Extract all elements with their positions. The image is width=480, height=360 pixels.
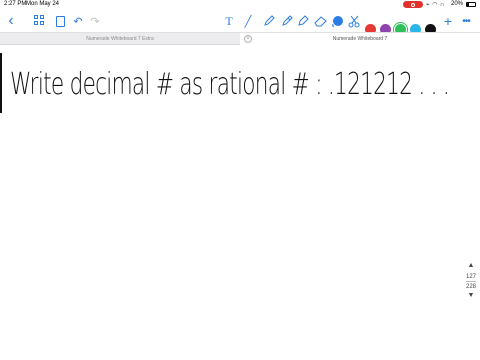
- tab-whiteboard-extra[interactable]: Numerade Whiteboard 7 Extra: [0, 33, 240, 45]
- export-icon[interactable]: [54, 13, 66, 29]
- status-bar: 2:27 PM Mon May 24 ⌁ ◠ ∩ 20%: [0, 0, 480, 10]
- page-divider: [466, 281, 476, 282]
- redo-icon[interactable]: ↷: [89, 13, 101, 29]
- close-tab-icon[interactable]: ×: [244, 35, 252, 43]
- tab-title: Numerade Whiteboard 7: [332, 36, 388, 42]
- status-time: 2:27 PM: [4, 1, 27, 7]
- highlighter-tool-icon[interactable]: [296, 13, 310, 29]
- current-page-number: 127: [465, 274, 476, 280]
- tab-whiteboard-active[interactable]: × Numerade Whiteboard 7: [240, 33, 480, 45]
- battery-percent: 20%: [451, 1, 464, 7]
- wifi-headphones-icons: ⌁ ◠ ∩: [426, 2, 445, 8]
- eraser-tool-icon[interactable]: [313, 13, 327, 29]
- page-grid-icon[interactable]: [32, 13, 46, 29]
- scissors-tool-icon[interactable]: [347, 13, 361, 29]
- more-options-icon[interactable]: •••: [460, 13, 472, 29]
- undo-icon[interactable]: ↶: [72, 13, 84, 29]
- page-up-icon[interactable]: ▲: [465, 262, 477, 269]
- document-tab-bar: Numerade Whiteboard 7 Extra × Numerade W…: [0, 32, 480, 45]
- text-tool-icon[interactable]: T: [222, 13, 236, 29]
- status-date: Mon May 24: [26, 1, 60, 7]
- total-pages: 228: [465, 284, 476, 290]
- whiteboard-canvas[interactable]: Write decimal # as rational # : .121212 …: [0, 45, 480, 360]
- toolbar: ‹ ↶ ↷ T ╱ + •••: [0, 10, 480, 35]
- lasso-tool-icon[interactable]: [330, 13, 344, 29]
- screen-recording-icon: [403, 1, 423, 8]
- line-tool-icon[interactable]: ╱: [241, 13, 255, 29]
- handwritten-question: Write decimal # as rational # : .121212 …: [10, 67, 450, 102]
- page-margin-bar: [0, 53, 2, 113]
- back-chevron-icon[interactable]: ‹: [4, 12, 18, 29]
- battery-icon: [466, 2, 476, 7]
- pen-tool-icon[interactable]: [262, 13, 276, 29]
- page-down-icon[interactable]: ▼: [465, 292, 477, 299]
- add-page-button[interactable]: +: [442, 13, 454, 29]
- pencil-tool-icon[interactable]: [280, 13, 294, 29]
